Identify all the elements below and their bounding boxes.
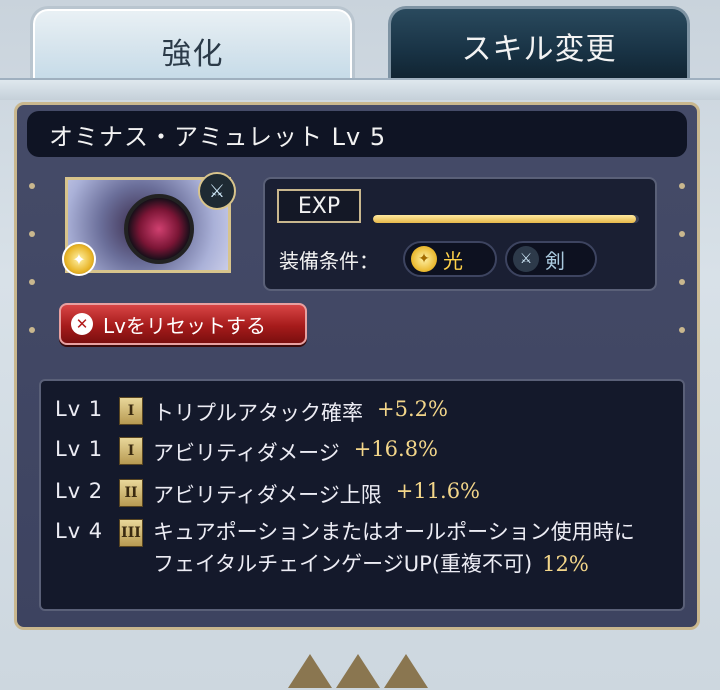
- skill-value: +5.2%: [377, 397, 448, 421]
- rivet: [679, 231, 685, 237]
- triangle-icon: [288, 654, 332, 688]
- item-panel: オミナス・アミュレット Lv 5 ⚔ ✦ EXP 装備条件： ✦ 光 ⚔ 剣 ✕…: [14, 102, 700, 630]
- close-icon: ✕: [71, 313, 93, 335]
- rivet: [29, 231, 35, 237]
- skill-name: アビリティダメージ上限: [153, 483, 382, 507]
- reset-level-button[interactable]: ✕ Lvをリセットする: [59, 303, 307, 345]
- rivet: [679, 327, 685, 333]
- rivet: [29, 183, 35, 189]
- skill-name: トリプルアタック確率: [153, 401, 363, 425]
- skill-level: Lv 1: [55, 397, 104, 421]
- skill-name: アビリティダメージ: [153, 441, 340, 465]
- rank-icon: I: [119, 397, 143, 425]
- skill-row: Lv 4 III キュアポーションまたはオールポーション使用時にフェイタルチェイ…: [55, 519, 643, 580]
- item-info-box: EXP 装備条件： ✦ 光 ⚔ 剣: [263, 177, 657, 291]
- skill-value: 12%: [542, 552, 589, 576]
- skill-value: +16.8%: [353, 437, 439, 461]
- skill-row: Lv 1 I アビリティダメージ +16.8%: [55, 437, 438, 467]
- element-label: 光: [443, 248, 463, 273]
- tab-divider: [0, 78, 720, 100]
- sword-icon: ⚔: [198, 172, 236, 210]
- rivet: [679, 183, 685, 189]
- triangle-icon: [336, 654, 380, 688]
- exp-bar: [373, 215, 639, 223]
- rivet: [679, 279, 685, 285]
- equip-condition-label: 装備条件：: [279, 249, 379, 273]
- exp-bar-fill: [373, 215, 637, 223]
- skill-row: Lv 2 II アビリティダメージ上限 +11.6%: [55, 479, 480, 509]
- element-chip: ✦ 光: [403, 241, 497, 277]
- sword-icon: ⚔: [513, 246, 539, 272]
- scroll-down-indicator[interactable]: [288, 654, 438, 690]
- skill-level: Lv 2: [55, 479, 104, 503]
- amulet-image: [124, 194, 194, 264]
- weapon-label: 剣: [545, 248, 565, 273]
- light-element-icon: ✦: [62, 242, 96, 276]
- skill-level: Lv 4: [55, 519, 104, 543]
- rivet: [29, 327, 35, 333]
- rank-icon: I: [119, 437, 143, 465]
- skill-level: Lv 1: [55, 437, 104, 461]
- rivet: [29, 279, 35, 285]
- rank-icon: II: [119, 479, 143, 507]
- skill-value: +11.6%: [395, 479, 481, 503]
- tab-skill-change[interactable]: スキル変更: [388, 6, 690, 82]
- skill-description: キュアポーションまたはオールポーション使用時にフェイタルチェインゲージUP(重複…: [153, 516, 643, 580]
- triangle-icon: [384, 654, 428, 688]
- weapon-chip: ⚔ 剣: [505, 241, 597, 277]
- item-title: オミナス・アミュレット Lv 5: [27, 111, 687, 157]
- light-icon: ✦: [411, 246, 437, 272]
- skill-row: Lv 1 I トリプルアタック確率 +5.2%: [55, 397, 448, 427]
- reset-level-label: Lvをリセットする: [103, 313, 266, 338]
- exp-label: EXP: [277, 189, 361, 223]
- item-thumbnail[interactable]: ⚔ ✦: [62, 172, 236, 276]
- rank-icon: III: [119, 519, 143, 547]
- skills-list: Lv 1 I トリプルアタック確率 +5.2% Lv 1 I アビリティダメージ…: [39, 379, 685, 611]
